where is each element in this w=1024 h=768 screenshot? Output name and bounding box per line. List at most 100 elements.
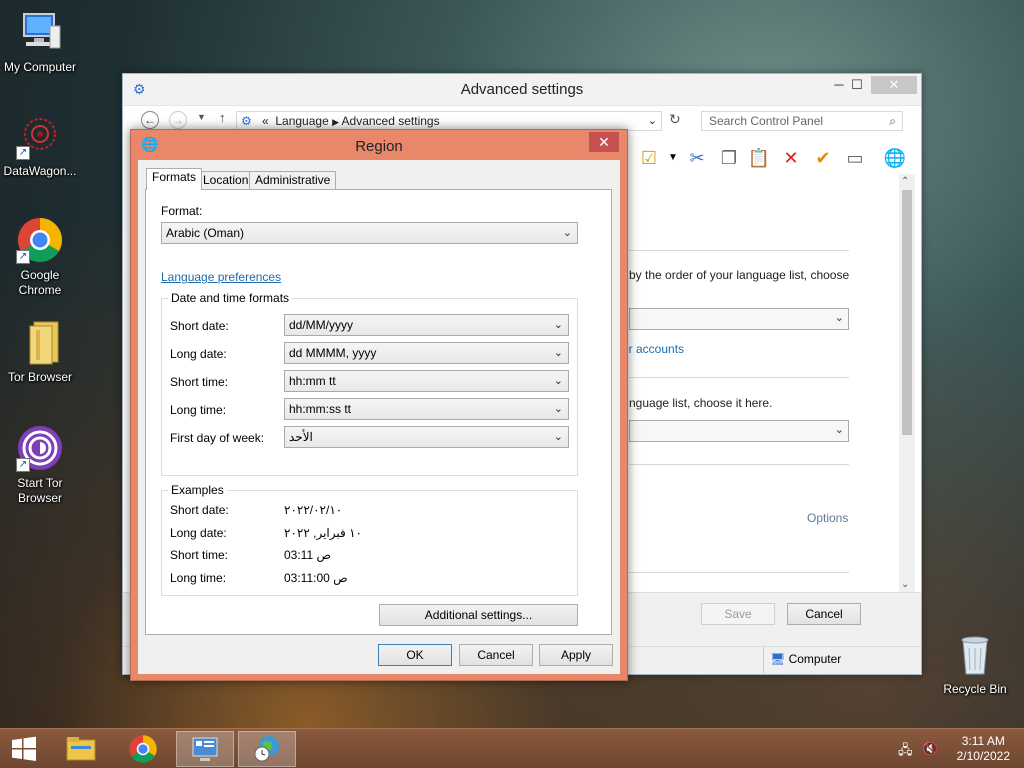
forward-button[interactable]: → (169, 111, 187, 129)
apply-button[interactable]: Apply (539, 644, 613, 666)
format-select[interactable]: Arabic (Oman) ⌄ (161, 222, 578, 244)
desktop-icon-recycle-bin[interactable]: Recycle Bin (935, 630, 1015, 697)
shortcut-arrow-icon: ↗ (16, 146, 30, 160)
taskbar-file-explorer[interactable] (52, 731, 110, 767)
datawagon-icon: ↗ (16, 112, 64, 160)
chevron-down-icon: ⌄ (553, 431, 563, 443)
tab-location[interactable]: Location (197, 171, 255, 189)
search-icon[interactable]: ⌕ (889, 112, 896, 130)
recent-pages-chevron-icon[interactable]: ▼ (197, 112, 206, 122)
start-button[interactable] (0, 731, 48, 767)
clock[interactable]: 3:11 AM 2/10/2022 (957, 734, 1010, 764)
breadcrumb-overflow[interactable]: « (262, 114, 269, 128)
example-short-time-label: Short time: (170, 548, 229, 562)
desktop-icon-datawagon[interactable]: ↗ DataWagon... (0, 112, 80, 179)
checkmark-icon[interactable]: ✔ (811, 146, 835, 170)
tab-administrative[interactable]: Administrative (249, 171, 337, 189)
short-date-select[interactable]: dd/MM/yyyy ⌄ (284, 314, 569, 336)
delete-icon[interactable]: ✕ (779, 146, 803, 170)
clock-time: 3:11 AM (961, 734, 1005, 748)
input-method-select[interactable]: ⌄ (629, 420, 849, 442)
example-long-time-value: 03:11:00 ص (284, 571, 348, 585)
shortcut-arrow-icon: ↗ (16, 458, 30, 472)
rename-icon[interactable]: ▭ (843, 146, 867, 170)
desktop-icon-google-chrome[interactable]: ↗ Google Chrome (0, 216, 80, 298)
toolbar: ☑ ▼ ✂ ❐ 📋 ✕ ✔ ▭ 🌐 (633, 146, 913, 172)
taskbar-chrome[interactable] (114, 731, 172, 767)
back-button[interactable]: ← (141, 111, 159, 129)
display-language-select[interactable]: ⌄ (629, 308, 849, 330)
options-link[interactable]: Options (807, 511, 848, 525)
refresh-icon[interactable]: ↻ (669, 111, 681, 128)
chevron-down-icon: ⌄ (562, 227, 572, 239)
long-time-label: Long time: (170, 403, 227, 417)
long-time-value: hh:mm:ss tt (289, 402, 352, 416)
chevron-down-icon: ⌄ (553, 347, 563, 359)
ok-button[interactable]: OK (378, 644, 452, 666)
chevron-down-icon: ⌄ (834, 312, 844, 324)
desktop-icon-start-tor-browser[interactable]: ↗ Start Tor Browser (0, 424, 80, 506)
desktop-icon-label: My Computer (3, 60, 77, 74)
windows-logo-icon (12, 736, 36, 761)
short-time-label: Short time: (170, 375, 229, 389)
maximize-button[interactable]: ☐ (843, 76, 871, 94)
globe-icon[interactable]: 🌐 (883, 146, 907, 170)
folder-icon (66, 737, 96, 761)
title-bar: 🌐 Region ✕ (131, 130, 627, 160)
dialog-body: Formats Location Administrative Format: … (138, 160, 620, 674)
cancel-button[interactable]: Cancel (787, 603, 861, 625)
taskbar: 🖧 🔇 3:11 AM 2/10/2022 (0, 728, 1024, 768)
format-value: Arabic (Oman) (166, 226, 245, 240)
chevron-down-icon: ⌄ (834, 424, 844, 436)
divider (629, 250, 849, 251)
short-time-select[interactable]: hh:mm tt ⌄ (284, 370, 569, 392)
chevron-down-icon[interactable]: ⌄ (648, 112, 657, 130)
apply-to-user-accounts-link[interactable]: er accounts (622, 342, 684, 356)
scroll-down-icon[interactable]: ⌄ (901, 579, 909, 590)
close-button[interactable]: ✕ (589, 132, 619, 152)
volume-muted-icon[interactable]: 🔇 (922, 741, 938, 757)
input-method-text: nguage list, choose it here. (629, 396, 773, 410)
long-time-select[interactable]: hh:mm:ss tt ⌄ (284, 398, 569, 420)
network-icon[interactable]: 🖧 (898, 741, 913, 763)
override-display-text: by the order of your language list, choo… (629, 268, 850, 282)
clock-date: 2/10/2022 (956, 749, 1010, 763)
desktop-icon-label: Google Chrome (18, 268, 62, 297)
first-day-of-week-select[interactable]: الأحد ⌄ (284, 426, 569, 448)
desktop-icon-tor-browser[interactable]: Tor Browser (0, 318, 80, 385)
desktop-icon-my-computer[interactable]: My Computer (0, 8, 80, 75)
scrollbar[interactable]: ⌃ ⌄ (899, 174, 915, 592)
language-preferences-link[interactable]: Language preferences (161, 270, 281, 284)
cancel-button[interactable]: Cancel (459, 644, 533, 666)
group-title: Examples (168, 483, 227, 497)
breadcrumb-item-advanced-settings[interactable]: Advanced settings (342, 114, 440, 128)
copy-icon[interactable]: ❐ (717, 146, 741, 170)
long-date-select[interactable]: dd MMMM, yyyy ⌄ (284, 342, 569, 364)
control-panel-icon (192, 737, 218, 761)
up-arrow-icon[interactable]: ↑ (219, 110, 226, 125)
advanced-settings-content: by the order of your language list, choo… (622, 174, 899, 594)
close-button[interactable]: ✕ (871, 76, 917, 94)
breadcrumb[interactable]: ⚙ « Language ▶ Advanced settings ⌄ (236, 111, 662, 131)
cut-icon[interactable]: ✂ (685, 146, 709, 170)
taskbar-control-panel[interactable] (176, 731, 234, 767)
chevron-down-icon: ⌄ (553, 319, 563, 331)
tab-formats[interactable]: Formats (146, 168, 203, 190)
search-input[interactable]: Search Control Panel ⌕ (701, 111, 903, 131)
breadcrumb-item-language[interactable]: Language (275, 114, 328, 128)
paste-icon[interactable]: 📋 (747, 146, 771, 170)
chevron-down-icon: ⌄ (553, 375, 563, 387)
recycle-bin-icon (951, 630, 999, 678)
computer-icon: 🖥 (770, 652, 786, 666)
divider (629, 572, 849, 573)
taskbar-region[interactable] (238, 731, 296, 767)
additional-settings-button[interactable]: Additional settings... (379, 604, 578, 626)
desktop-icon-label: DataWagon... (3, 164, 77, 178)
example-long-time-label: Long time: (170, 571, 227, 585)
properties-icon[interactable]: ☑ (637, 146, 661, 170)
scrollbar-thumb[interactable] (902, 190, 912, 435)
long-date-label: Long date: (170, 347, 227, 361)
save-button[interactable]: Save (701, 603, 775, 625)
chevron-down-icon[interactable]: ▼ (661, 146, 685, 170)
scroll-up-icon[interactable]: ⌃ (901, 176, 909, 187)
